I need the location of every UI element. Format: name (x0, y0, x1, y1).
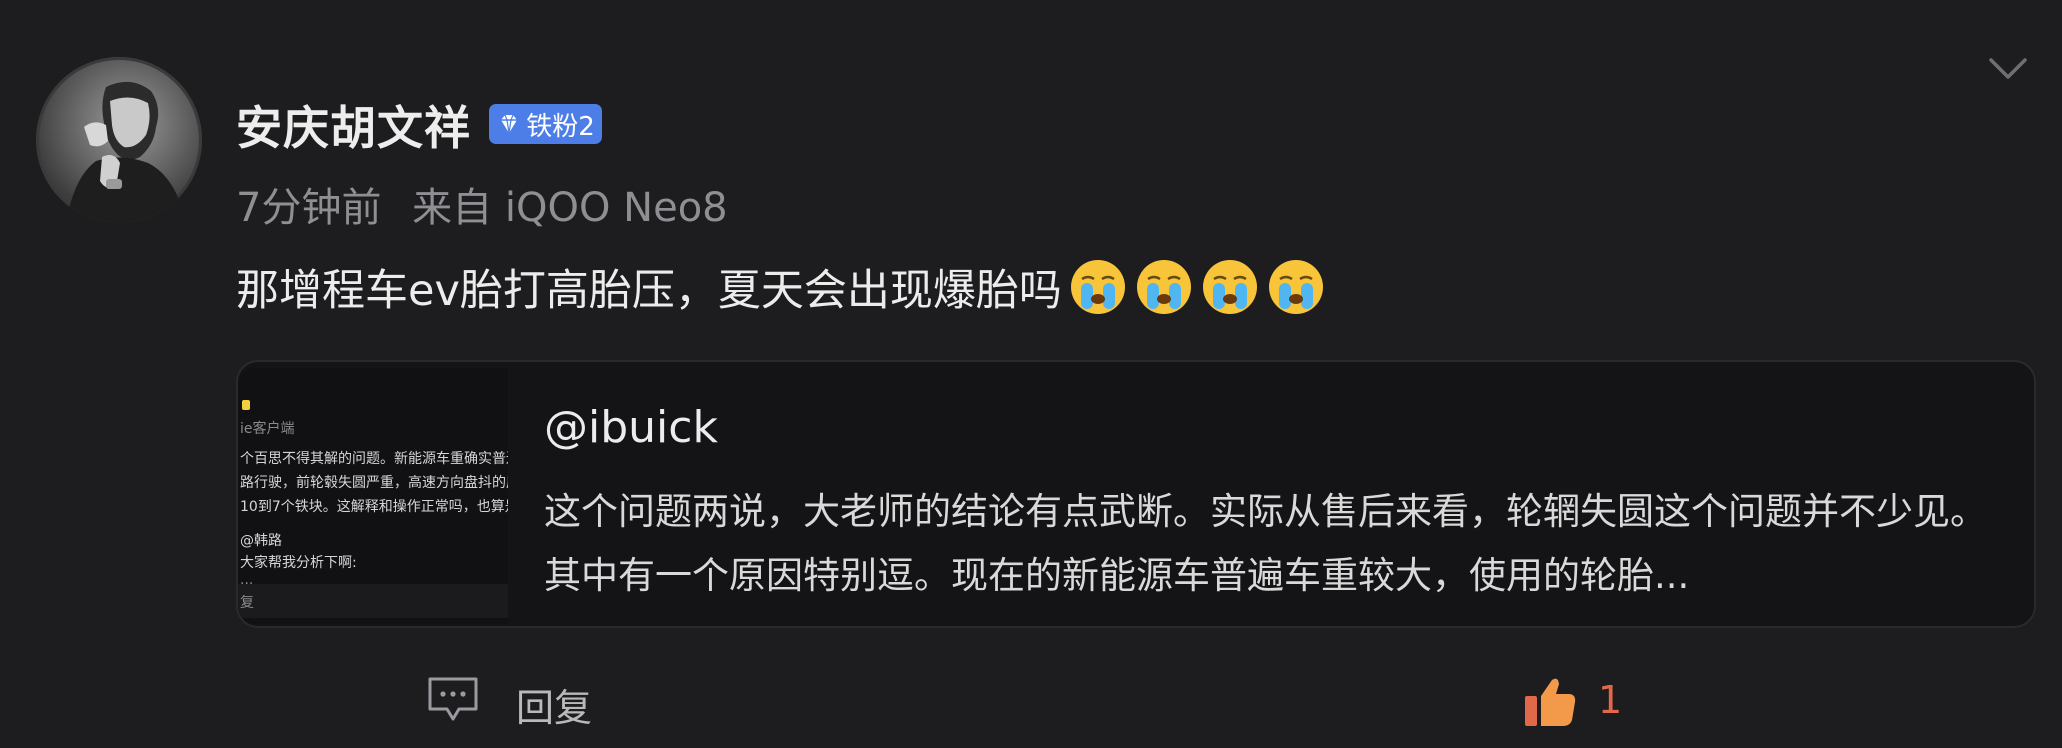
fan-level-badge[interactable]: 铁粉2 (489, 104, 602, 144)
crying-emoji-icon (1070, 260, 1125, 314)
comment-page: 安庆胡文祥 铁粉2 7分钟前 来自 iQOO Neo8 那增程车ev胎打高胎压，… (0, 0, 2062, 748)
thumbnail-line: 复 (240, 595, 254, 611)
post-meta: 7分钟前 来自 iQOO Neo8 (236, 175, 728, 233)
avatar-portrait (66, 81, 186, 223)
chevron-down-icon[interactable] (1988, 56, 2028, 82)
crying-emoji-icon (1202, 260, 1257, 314)
like-count[interactable]: 1 (1598, 678, 1622, 722)
diamond-icon (501, 114, 518, 134)
reply-icon[interactable] (426, 675, 480, 725)
reply-button[interactable]: 回复 (516, 677, 592, 732)
crying-emoji-icon (1136, 260, 1191, 314)
thumbnail-line: 个百思不得其解的问题。新能源车重确实普遍 (240, 451, 508, 467)
quoted-post-thumbnail[interactable]: ie客户端 个百思不得其解的问题。新能源车重确实普遍 路行驶，前轮毂失圆严重，高… (238, 368, 508, 624)
thumbs-up-icon[interactable] (1522, 674, 1578, 730)
avatar[interactable] (36, 57, 202, 223)
thumbnail-line: 10到7个铁块。这解释和操作正常吗，也算是 (240, 499, 508, 515)
thumbnail-marker (242, 400, 250, 410)
badge-label: 铁粉2 (526, 111, 595, 142)
quoted-author-mention[interactable]: @ibuick (544, 402, 718, 453)
thumbnail-line: 路行驶，前轮毂失圆严重，高速方向盘抖的厉 (240, 475, 508, 491)
post-source: 来自 iQOO Neo8 (412, 185, 728, 231)
thumbnail-line: @韩路 (240, 533, 282, 549)
comment-text: 那增程车ev胎打高胎压，夏天会出现爆胎吗 (236, 266, 1062, 316)
username[interactable]: 安庆胡文祥 (236, 92, 471, 158)
crying-emoji-icon (1268, 260, 1323, 314)
quoted-post-card[interactable]: ie客户端 个百思不得其解的问题。新能源车重确实普遍 路行驶，前轮毂失圆严重，高… (236, 360, 2036, 628)
thumbnail-line: 大家帮我分析下啊: (240, 555, 357, 571)
thumbnail-line: ie客户端 (240, 421, 295, 437)
thumbnail-footer: 复 (238, 584, 508, 618)
quoted-post-text: 这个问题两说，大老师的结论有点武断。实际从售后来看，轮辋失圆这个问题并不少见。其… (544, 490, 1987, 597)
post-time: 7分钟前 (236, 185, 382, 231)
comment-body: 那增程车ev胎打高胎压，夏天会出现爆胎吗 (236, 256, 1326, 318)
